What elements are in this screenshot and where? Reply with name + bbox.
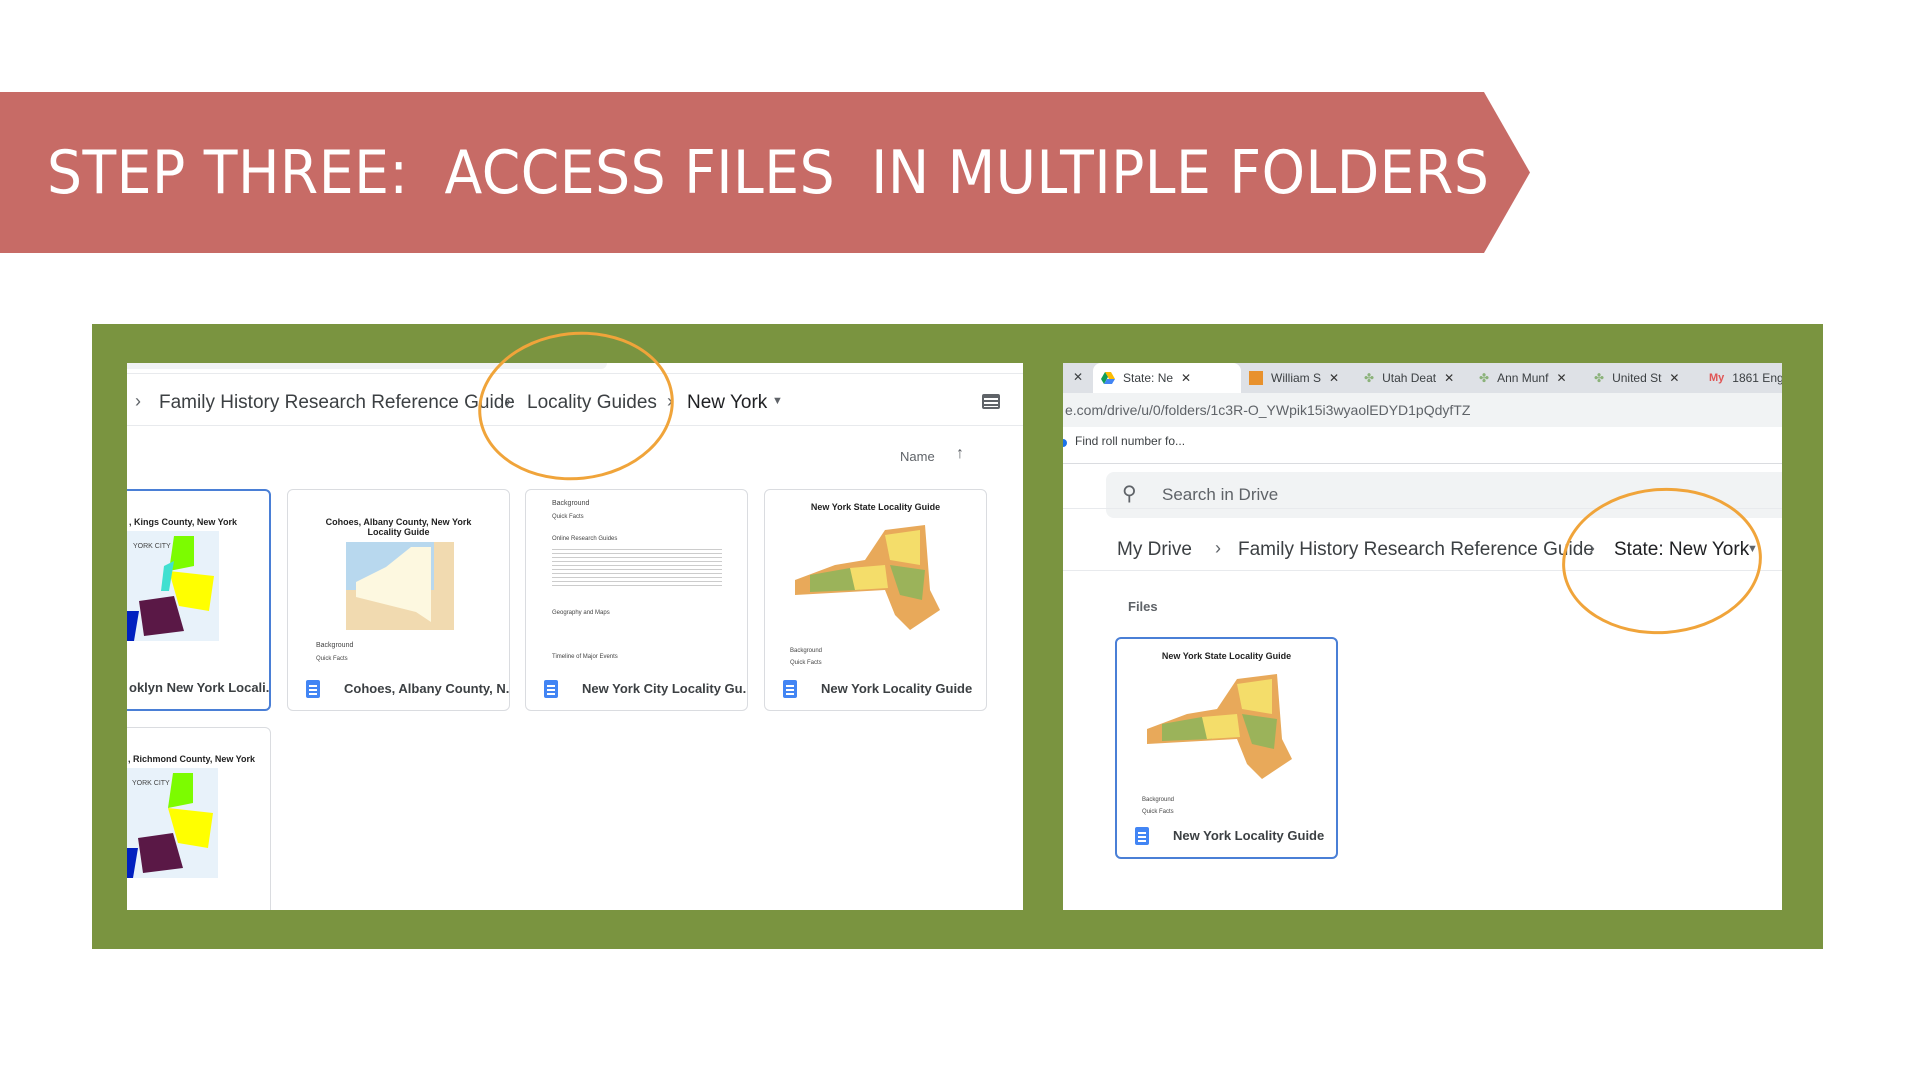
- tab-title: Utah Deat: [1382, 371, 1437, 385]
- tab-title: 1861 Eng: [1732, 371, 1782, 385]
- familysearch-tree-icon: ✤: [1479, 371, 1490, 385]
- google-drive-icon: [1101, 372, 1115, 384]
- state-map-thumbnail: [346, 542, 454, 630]
- thumbnail-text: Background: [790, 648, 823, 654]
- chevron-right-icon: ›: [667, 391, 673, 411]
- section-label: Files: [1128, 599, 1158, 614]
- thumbnail-title: New York State Locality Guide: [1161, 651, 1292, 661]
- thumbnail-title: , Kings County, New York: [129, 517, 238, 527]
- drive-folder-view-right: ✕ State: Ne ✕ William S ✕ ✤ Utah Deat ✕ ✤ Ann…: [1063, 363, 1782, 910]
- search-input[interactable]: ⚲ Search in Drive: [1106, 472, 1782, 518]
- map-label: YORK CITY: [133, 543, 171, 550]
- ny-county-map-thumbnail: [795, 525, 940, 630]
- chevron-right-icon: ›: [1215, 538, 1221, 558]
- thumbnail-text: Background: [1142, 797, 1175, 803]
- thumbnail-title: New York State Locality Guide: [810, 502, 941, 512]
- familysearch-tree-icon: ✤: [1594, 371, 1605, 385]
- tab-active[interactable]: State: Ne ✕: [1093, 363, 1241, 393]
- search-icon: ⚲: [1122, 483, 1137, 505]
- file-name: New York Locality Guide: [1173, 828, 1325, 843]
- file-card[interactable]: New York State Locality Guide Background…: [1115, 637, 1338, 859]
- file-card[interactable]: , Richmond County, New York YORK CITY: [127, 727, 271, 910]
- close-tab-icon[interactable]: ✕: [1669, 371, 1679, 385]
- caret-down-icon[interactable]: ▼: [772, 395, 783, 407]
- address-bar[interactable]: e.com/drive/u/0/folders/1c3R-O_YWpik15i3…: [1063, 393, 1782, 427]
- banner-title: STEP THREE: ACCESS FILES IN MULTIPLE FOL…: [47, 138, 1490, 208]
- file-name: New York City Locality Gu...: [582, 681, 748, 696]
- breadcrumb-item[interactable]: Family History Research Reference Guide: [159, 392, 515, 414]
- file-card[interactable]: Cohoes, Albany County, New York Locality…: [287, 489, 510, 711]
- sort-name-label[interactable]: Name: [900, 449, 935, 464]
- familysearch-tree-icon: ✤: [1364, 371, 1375, 385]
- divider: [1063, 463, 1782, 464]
- chevron-right-icon: ›: [1589, 538, 1595, 558]
- breadcrumb-item[interactable]: My Drive: [1117, 539, 1192, 561]
- google-docs-icon: [783, 680, 797, 698]
- url-text[interactable]: e.com/drive/u/0/folders/1c3R-O_YWpik15i3…: [1065, 402, 1470, 418]
- list-view-icon[interactable]: [982, 394, 1000, 409]
- map-label: YORK CITY: [132, 780, 170, 787]
- tab[interactable]: ✤ Ann Munf ✕: [1471, 363, 1586, 393]
- tab[interactable]: ✤ Utah Deat ✕: [1356, 363, 1471, 393]
- thumbnail-text: Timeline of Major Events: [552, 654, 618, 660]
- google-docs-icon: [544, 680, 558, 698]
- breadcrumb-current[interactable]: New York: [687, 392, 767, 414]
- close-tab-icon[interactable]: ✕: [1329, 371, 1339, 385]
- search-placeholder: Search in Drive: [1162, 485, 1279, 504]
- sort-ascending-icon[interactable]: ↑: [956, 445, 964, 463]
- thumbnail-text: Geography and Maps: [552, 610, 610, 616]
- close-tab-icon[interactable]: ✕: [1181, 371, 1191, 385]
- myheritage-icon: My: [1709, 372, 1725, 384]
- chevron-right-icon: ›: [135, 391, 141, 411]
- breadcrumb-current[interactable]: State: New York: [1614, 539, 1749, 561]
- divider: [1063, 570, 1782, 571]
- close-tab-icon[interactable]: ✕: [1073, 370, 1083, 384]
- thumbnail-text: Background: [552, 500, 590, 507]
- search-bar-edge: [127, 363, 607, 369]
- close-tab-icon[interactable]: ✕: [1444, 371, 1454, 385]
- google-docs-shortcut-icon: [1135, 827, 1149, 845]
- file-card[interactable]: Background Quick Facts Online Research G…: [525, 489, 748, 711]
- thumbnail-title: Cohoes, Albany County, New York Locality…: [325, 517, 472, 537]
- tab[interactable]: William S ✕: [1241, 363, 1356, 393]
- file-name: New York Locality Guide: [821, 681, 973, 696]
- tab[interactable]: ✤ United St ✕: [1586, 363, 1701, 393]
- close-tab-icon[interactable]: ✕: [1556, 371, 1566, 385]
- tab-title: William S: [1271, 371, 1321, 385]
- tab-title: Ann Munf: [1497, 371, 1549, 385]
- ny-county-map-thumbnail: [1147, 674, 1292, 779]
- google-docs-icon: [306, 680, 320, 698]
- file-name: oklyn New York Locali...: [129, 680, 271, 695]
- file-card[interactable]: New York State Locality Guide Background…: [764, 489, 987, 711]
- breadcrumb-item[interactable]: Family History Research Reference Guide: [1238, 539, 1594, 561]
- tab[interactable]: My1861 Eng✕: [1701, 363, 1782, 393]
- thumbnail-text: Quick Facts: [316, 656, 348, 662]
- breadcrumb-item[interactable]: Locality Guides: [527, 392, 657, 414]
- thumbnail-text: Online Research Guides: [552, 536, 618, 542]
- thumbnail-text: Quick Facts: [1142, 809, 1174, 815]
- file-card[interactable]: , Kings County, New York YORK CITY oklyn…: [127, 489, 271, 711]
- thumbnail-lines: [552, 546, 722, 586]
- tab-title: United St: [1612, 371, 1662, 385]
- thumbnail-text: Quick Facts: [790, 660, 822, 666]
- file-name: Cohoes, Albany County, N...: [344, 681, 510, 696]
- divider: [1063, 508, 1782, 509]
- chevron-right-icon: ›: [505, 391, 511, 411]
- divider: [127, 373, 1023, 374]
- caret-down-icon[interactable]: ▼: [1747, 543, 1758, 555]
- bookmark-icon: [1063, 439, 1067, 447]
- thumbnail-title: , Richmond County, New York: [128, 754, 256, 764]
- drive-folder-view-left: › Family History Research Reference Guid…: [127, 363, 1023, 910]
- thumbnail-text: Background: [316, 642, 354, 649]
- bookmark-item[interactable]: Find roll number fo...: [1075, 434, 1185, 448]
- tab-title: State: Ne: [1123, 371, 1174, 385]
- step-banner: STEP THREE: ACCESS FILES IN MULTIPLE FOL…: [0, 92, 1530, 253]
- family-tree-icon: [1249, 371, 1263, 385]
- divider: [127, 425, 1023, 426]
- thumbnail-text: Quick Facts: [552, 514, 584, 520]
